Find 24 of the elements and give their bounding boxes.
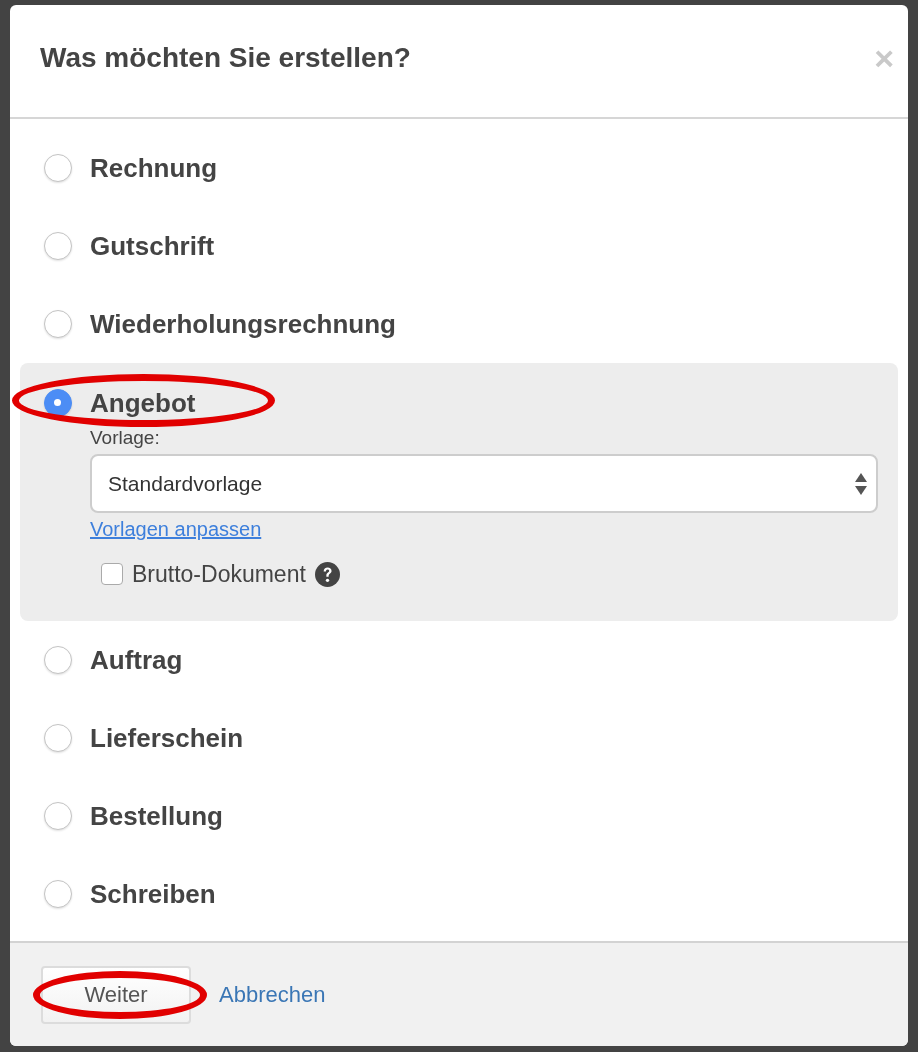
checkbox[interactable] xyxy=(101,563,123,585)
radio-button[interactable] xyxy=(44,389,72,417)
up-down-arrows-icon xyxy=(855,472,867,495)
option-label[interactable]: Lieferschein xyxy=(90,722,244,754)
option-label[interactable]: Schreiben xyxy=(90,878,216,910)
option-label[interactable]: Auftrag xyxy=(90,644,183,676)
help-icon[interactable] xyxy=(314,561,340,587)
radio-button[interactable] xyxy=(44,646,72,674)
template-label: Vorlage: xyxy=(90,426,161,450)
radio-button[interactable] xyxy=(44,802,72,830)
template-select[interactable]: Standardvorlage xyxy=(90,454,878,513)
radio-button[interactable] xyxy=(44,232,72,260)
radio-button[interactable] xyxy=(44,154,72,182)
radio-button[interactable] xyxy=(44,724,72,752)
option-label[interactable]: Bestellung xyxy=(90,800,223,832)
radio-button[interactable] xyxy=(44,310,72,338)
option-label[interactable]: Rechnung xyxy=(90,152,218,184)
option-label[interactable]: Wiederholungsrechnung xyxy=(90,308,396,340)
option-label[interactable]: Gutschrift xyxy=(90,230,215,262)
radio-button[interactable] xyxy=(44,880,72,908)
option-label[interactable]: Angebot xyxy=(90,387,196,419)
cancel-link[interactable]: Abbrechen xyxy=(219,981,326,1008)
checkbox-label[interactable]: Brutto-Dokument xyxy=(132,560,306,588)
dialog-title: Was möchten Sie erstellen? xyxy=(40,42,411,74)
